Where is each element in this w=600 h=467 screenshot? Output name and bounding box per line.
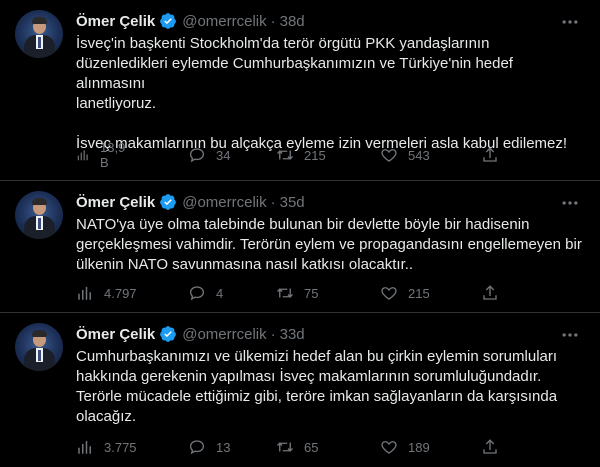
tweet-line: NATO'ya üye olma talebinde bulunan bir d… [76, 216, 530, 233]
author-handle[interactable]: @omerrcelik [182, 194, 266, 211]
retweet-icon [277, 442, 293, 452]
timestamp[interactable]: 38d [280, 13, 305, 30]
views-count: 4.797 [104, 285, 137, 301]
tweet-header: Ömer Çelik @omerrcelik · 35d [76, 192, 305, 212]
more-options-icon[interactable] [560, 12, 580, 32]
reply-icon [189, 148, 205, 163]
tweet-text: İsveç'in başkenti Stockholm'da terör örg… [76, 34, 586, 154]
tweet-text: NATO'ya üye olma talebinde bulunan bir d… [76, 215, 586, 275]
like-button[interactable]: 215 [380, 283, 430, 303]
heart-icon [381, 441, 397, 454]
heart-icon [381, 149, 397, 162]
verified-badge-icon [160, 326, 177, 342]
tweet-line: lanetliyoruz. [76, 95, 157, 112]
tweet-line: İsveç makamlarının bu alçakça eyleme izi… [76, 135, 568, 152]
tweet-line: İsveç'in başkenti Stockholm'da terör örg… [76, 35, 490, 52]
reply-button[interactable]: 4 [188, 283, 223, 303]
share-button[interactable] [481, 283, 499, 303]
tweet-text: Cumhurbaşkanımızı ve ülkemizi hedef alan… [76, 347, 586, 427]
tweet-header: Ömer Çelik @omerrcelik · 33d [76, 324, 305, 344]
author-handle[interactable]: @omerrcelik [182, 326, 266, 343]
author-name[interactable]: Ömer Çelik [76, 13, 155, 30]
author-name[interactable]: Ömer Çelik [76, 326, 155, 343]
tweet-line: gerçekleşmesi vahimdir. Terörün eylem ve… [76, 236, 582, 253]
avatar[interactable] [15, 191, 63, 239]
tweet[interactable]: Ömer Çelik @omerrcelik · 33d Cumhurbaşka… [0, 313, 600, 467]
views-button[interactable]: 3.775 [76, 437, 137, 457]
retweet-button[interactable]: 65 [276, 437, 318, 457]
tweet-line: Terörle mücadele ettiğimiz gibi, teröre … [76, 388, 558, 405]
retweet-button[interactable]: 215 [276, 145, 326, 165]
separator: · [270, 12, 276, 30]
more-options-icon[interactable] [560, 325, 580, 345]
tweet-line: olacağız. [76, 408, 137, 425]
retweet-count: 215 [304, 147, 326, 163]
share-button[interactable] [481, 145, 499, 165]
tweet-line: hakkında gerekenin yapılması İsveç makam… [76, 368, 542, 385]
heart-icon [381, 287, 397, 300]
share-icon [483, 147, 497, 162]
reply-button[interactable]: 34 [188, 145, 230, 165]
reply-count: 13 [216, 439, 231, 455]
author-name[interactable]: Ömer Çelik [76, 194, 155, 211]
analytics-icon [78, 287, 91, 300]
more-options-icon[interactable] [560, 193, 580, 213]
share-button[interactable] [481, 437, 499, 457]
retweet-button[interactable]: 75 [276, 283, 318, 303]
views-count: 3.775 [104, 439, 137, 455]
avatar[interactable] [15, 10, 63, 58]
author-handle[interactable]: @omerrcelik [182, 13, 266, 30]
tweet[interactable]: Ömer Çelik @omerrcelik · 35d NATO'ya üye… [0, 181, 600, 313]
tweet[interactable]: Ömer Çelik @omerrcelik · 38d İsveç'in ba… [0, 0, 600, 181]
timestamp[interactable]: 33d [280, 326, 305, 343]
verified-badge-icon [160, 13, 177, 29]
retweet-icon [277, 150, 293, 160]
retweet-icon [277, 288, 293, 298]
reply-icon [189, 440, 205, 455]
analytics-icon [78, 441, 91, 454]
retweet-count: 75 [304, 285, 319, 301]
tweet-header: Ömer Çelik @omerrcelik · 38d [76, 11, 305, 31]
avatar[interactable] [15, 323, 63, 371]
reply-button[interactable]: 13 [188, 437, 230, 457]
views-count: 13,9 B [100, 140, 126, 170]
views-button[interactable]: 13,9 B [76, 140, 129, 170]
tweet-line: Cumhurbaşkanımızı ve ülkemizi hedef alan… [76, 348, 558, 365]
timestamp[interactable]: 35d [280, 194, 305, 211]
reply-count: 4 [216, 285, 224, 301]
separator: · [270, 325, 276, 343]
like-button[interactable]: 189 [380, 437, 430, 457]
like-count: 189 [408, 439, 430, 455]
like-count: 215 [408, 285, 430, 301]
share-icon [483, 285, 497, 300]
reply-count: 34 [216, 147, 231, 163]
views-button[interactable]: 4.797 [76, 283, 137, 303]
tweet-line: ülkenin NATO savunmasına nasıl katkısı o… [76, 256, 414, 273]
separator: · [270, 193, 276, 211]
share-icon [483, 439, 497, 454]
verified-badge-icon [160, 194, 177, 210]
analytics-icon [77, 150, 88, 161]
tweet-line: düzenledikleri eylemde Cumhurbaşkanımızı… [76, 55, 513, 92]
like-count: 543 [408, 147, 430, 163]
like-button[interactable]: 543 [380, 145, 430, 165]
reply-icon [189, 286, 205, 301]
retweet-count: 65 [304, 439, 319, 455]
